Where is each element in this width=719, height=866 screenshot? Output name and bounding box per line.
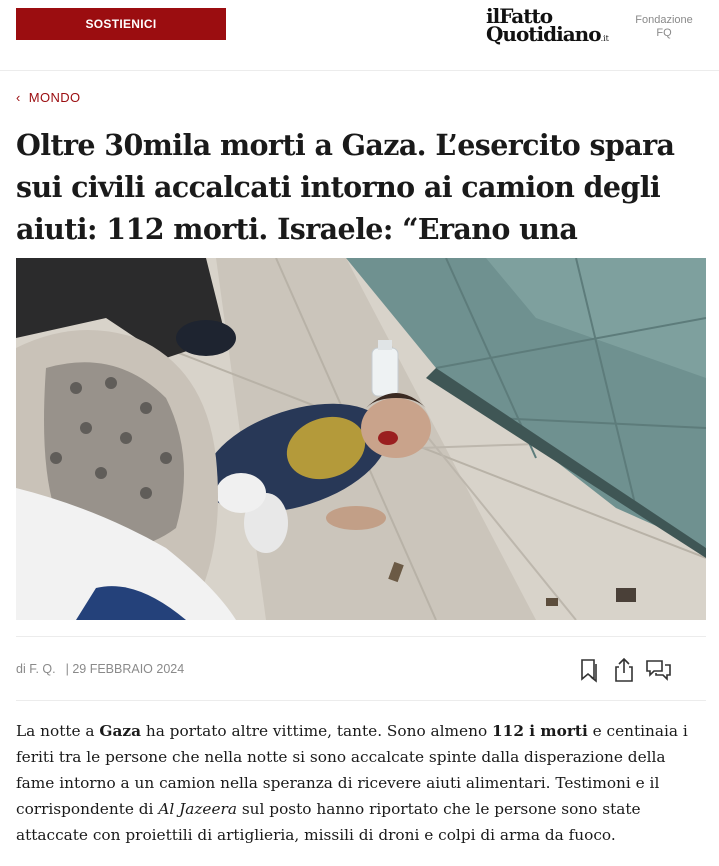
article-actions bbox=[576, 656, 676, 684]
header-divider bbox=[0, 70, 719, 71]
author[interactable]: di F. Q. bbox=[16, 662, 56, 676]
place-gaza: Gaza bbox=[99, 722, 141, 740]
fondazione-line-1: Fondazione bbox=[635, 14, 693, 26]
article-photo[interactable] bbox=[16, 258, 706, 620]
logo-line-2: Quotidiano.it bbox=[486, 22, 609, 46]
byline-top-divider bbox=[16, 636, 706, 637]
share-icon[interactable] bbox=[610, 656, 638, 684]
fondazione-link[interactable]: Fondazione FQ bbox=[629, 14, 699, 40]
article-body: La notte a Gaza ha portato altre vittime… bbox=[16, 722, 688, 844]
byline-bottom-divider bbox=[16, 700, 706, 701]
site-logo[interactable]: ilFatto Quotidiano.it bbox=[486, 4, 609, 44]
section-label: MONDO bbox=[28, 89, 81, 105]
comments-icon[interactable] bbox=[644, 656, 672, 684]
fondazione-line-2: FQ bbox=[656, 27, 672, 39]
section-breadcrumb[interactable]: ‹ MONDO bbox=[16, 88, 81, 106]
publish-date: | 29 FEBBRAIO 2024 bbox=[65, 662, 185, 676]
chevron-left-icon: ‹ bbox=[16, 89, 21, 105]
article-photo-image bbox=[16, 258, 706, 620]
support-button[interactable]: SOSTIENICI bbox=[16, 8, 226, 40]
bookmark-icon[interactable] bbox=[576, 656, 604, 684]
death-count: 112 i morti bbox=[492, 722, 588, 740]
byline: di F. Q. | 29 FEBBRAIO 2024 bbox=[16, 662, 190, 676]
source-al-jazeera: Al Jazeera bbox=[158, 800, 237, 818]
top-bar: SOSTIENICI ilFatto Quotidiano.it Fondazi… bbox=[0, 0, 719, 70]
